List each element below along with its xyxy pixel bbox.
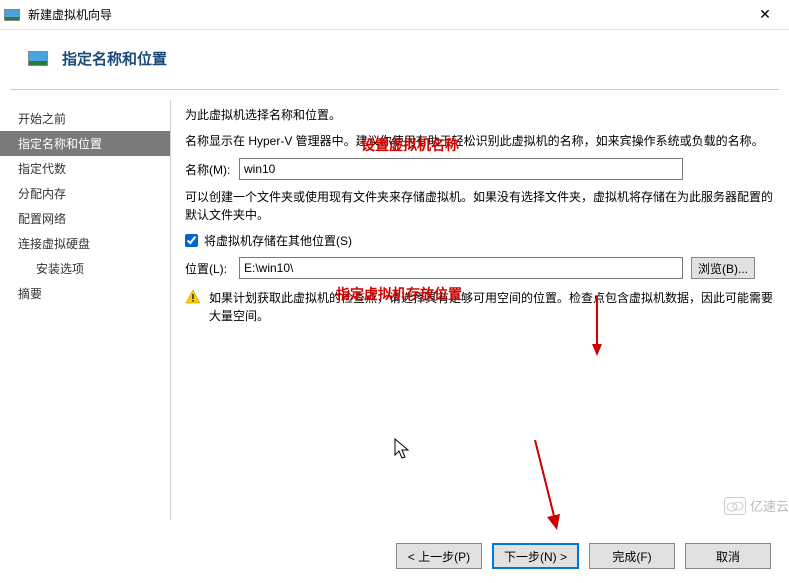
warning-row: 如果计划获取此虚拟机的检查点，请选择具有足够可用空间的位置。检查点包含虚拟机数据… bbox=[185, 289, 775, 325]
finish-button[interactable]: 完成(F) bbox=[589, 543, 675, 569]
store-other-location-row: 将虚拟机存储在其他位置(S) bbox=[185, 232, 775, 249]
name-field-row: 名称(M): bbox=[185, 158, 775, 180]
location-label: 位置(L): bbox=[185, 260, 231, 277]
warning-text: 如果计划获取此虚拟机的检查点，请选择具有足够可用空间的位置。检查点包含虚拟机数据… bbox=[209, 289, 775, 325]
step-name-location[interactable]: 指定名称和位置 bbox=[0, 131, 170, 156]
step-summary[interactable]: 摘要 bbox=[0, 281, 170, 306]
app-icon bbox=[4, 9, 20, 21]
watermark: 亿速云 bbox=[724, 496, 789, 515]
titlebar: 新建虚拟机向导 ✕ bbox=[0, 0, 789, 30]
vm-location-input[interactable] bbox=[239, 257, 683, 279]
step-vhd[interactable]: 连接虚拟硬盘 bbox=[0, 231, 170, 256]
close-button[interactable]: ✕ bbox=[745, 0, 785, 30]
watermark-icon bbox=[724, 497, 746, 515]
cancel-button[interactable]: 取消 bbox=[685, 543, 771, 569]
wizard-content: 为此虚拟机选择名称和位置。 名称显示在 Hyper-V 管理器中。建议你使用有助… bbox=[171, 90, 789, 530]
intro-text-1: 为此虚拟机选择名称和位置。 bbox=[185, 106, 775, 124]
step-generation[interactable]: 指定代数 bbox=[0, 156, 170, 181]
step-install-options[interactable]: 安装选项 bbox=[0, 256, 170, 281]
wizard-header: 指定名称和位置 bbox=[0, 30, 789, 89]
wizard-icon bbox=[28, 51, 48, 66]
next-button[interactable]: 下一步(N) > bbox=[492, 543, 579, 569]
wizard-steps: 开始之前 指定名称和位置 指定代数 分配内存 配置网络 连接虚拟硬盘 安装选项 … bbox=[0, 90, 170, 530]
name-label: 名称(M): bbox=[185, 161, 231, 178]
step-before-begin[interactable]: 开始之前 bbox=[0, 106, 170, 131]
intro-text-2: 名称显示在 Hyper-V 管理器中。建议你使用有助于轻松识别此虚拟机的名称，如… bbox=[185, 132, 775, 150]
watermark-text: 亿速云 bbox=[750, 496, 789, 515]
location-field-row: 位置(L): 浏览(B)... bbox=[185, 257, 775, 279]
wizard-footer: < 上一步(P) 下一步(N) > 完成(F) 取消 bbox=[396, 543, 771, 569]
step-memory[interactable]: 分配内存 bbox=[0, 181, 170, 206]
window-title: 新建虚拟机向导 bbox=[28, 6, 745, 23]
warning-icon bbox=[185, 289, 201, 305]
store-other-location-checkbox[interactable] bbox=[185, 234, 198, 247]
step-network[interactable]: 配置网络 bbox=[0, 206, 170, 231]
browse-button[interactable]: 浏览(B)... bbox=[691, 257, 755, 279]
store-other-location-label: 将虚拟机存储在其他位置(S) bbox=[204, 232, 352, 249]
intro-text-3: 可以创建一个文件夹或使用现有文件夹来存储虚拟机。如果没有选择文件夹，虚拟机将存储… bbox=[185, 188, 775, 224]
previous-button[interactable]: < 上一步(P) bbox=[396, 543, 482, 569]
page-title: 指定名称和位置 bbox=[62, 48, 167, 69]
vm-name-input[interactable] bbox=[239, 158, 683, 180]
wizard-body: 开始之前 指定名称和位置 指定代数 分配内存 配置网络 连接虚拟硬盘 安装选项 … bbox=[0, 90, 789, 530]
